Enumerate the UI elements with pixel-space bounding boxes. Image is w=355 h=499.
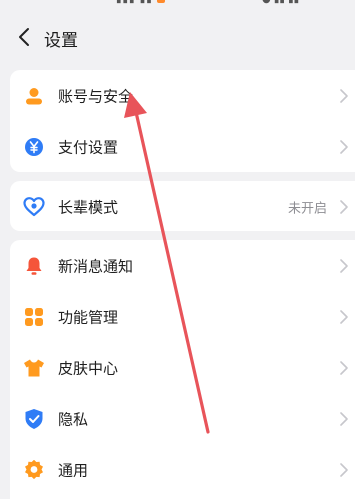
header: 设置: [0, 14, 355, 62]
row-notifications[interactable]: 新消息通知: [10, 240, 355, 291]
chevron-right-icon: [339, 258, 349, 274]
back-chevron-icon: [19, 28, 29, 46]
yuan-icon: [23, 136, 45, 158]
chevron-right-icon: [339, 88, 349, 104]
chevron-right-icon: [339, 139, 349, 155]
heart-icon: [23, 196, 45, 218]
settings-group-account: 账号与安全 支付设置: [10, 70, 355, 172]
row-label: 皮肤中心: [58, 359, 119, 377]
row-account-security[interactable]: 账号与安全: [10, 70, 355, 121]
row-feature-management[interactable]: 功能管理: [10, 291, 355, 342]
row-general[interactable]: 通用: [10, 444, 355, 495]
status-right-icons: ● ▮▮ ▮▮: [262, 0, 299, 5]
grid-icon: [23, 306, 45, 328]
row-privacy[interactable]: 隐私: [10, 393, 355, 444]
shirt-icon: [23, 357, 45, 379]
page-title: 设置: [44, 31, 78, 51]
elder-mode-status: 未开启: [287, 201, 327, 216]
person-icon: [23, 85, 45, 107]
shield-icon: [23, 408, 45, 430]
row-label: 账号与安全: [58, 87, 134, 105]
row-label: 通用: [58, 461, 89, 479]
chevron-right-icon: [339, 309, 349, 325]
signal-indicators: ▮▮▮ ▮▮: [116, 0, 165, 5]
status-bar: ▮▮▮ ▮▮ ● ▮▮ ▮▮: [0, 0, 355, 10]
bell-icon: [23, 255, 45, 277]
gear-icon: [23, 459, 45, 481]
row-payment-settings[interactable]: 支付设置: [10, 121, 355, 172]
status-badge-icon: [156, 0, 165, 3]
settings-group-elder: 长辈模式 未开启: [10, 181, 355, 231]
chevron-right-icon: [339, 199, 349, 215]
settings-group-general: 新消息通知 功能管理 皮肤中心 隐私 通用: [10, 240, 355, 499]
chevron-right-icon: [339, 462, 349, 478]
back-button[interactable]: [10, 22, 38, 52]
chevron-right-icon: [339, 411, 349, 427]
chevron-right-icon: [339, 360, 349, 376]
row-label: 功能管理: [58, 308, 119, 326]
row-label: 隐私: [58, 410, 89, 428]
row-skin-center[interactable]: 皮肤中心: [10, 342, 355, 393]
row-label: 支付设置: [58, 138, 119, 156]
row-elder-mode[interactable]: 长辈模式 未开启: [10, 181, 355, 232]
settings-page: ▮▮▮ ▮▮ ● ▮▮ ▮▮ 设置 账号与安全: [0, 0, 355, 499]
row-label: 长辈模式: [58, 198, 119, 216]
row-label: 新消息通知: [58, 257, 134, 275]
